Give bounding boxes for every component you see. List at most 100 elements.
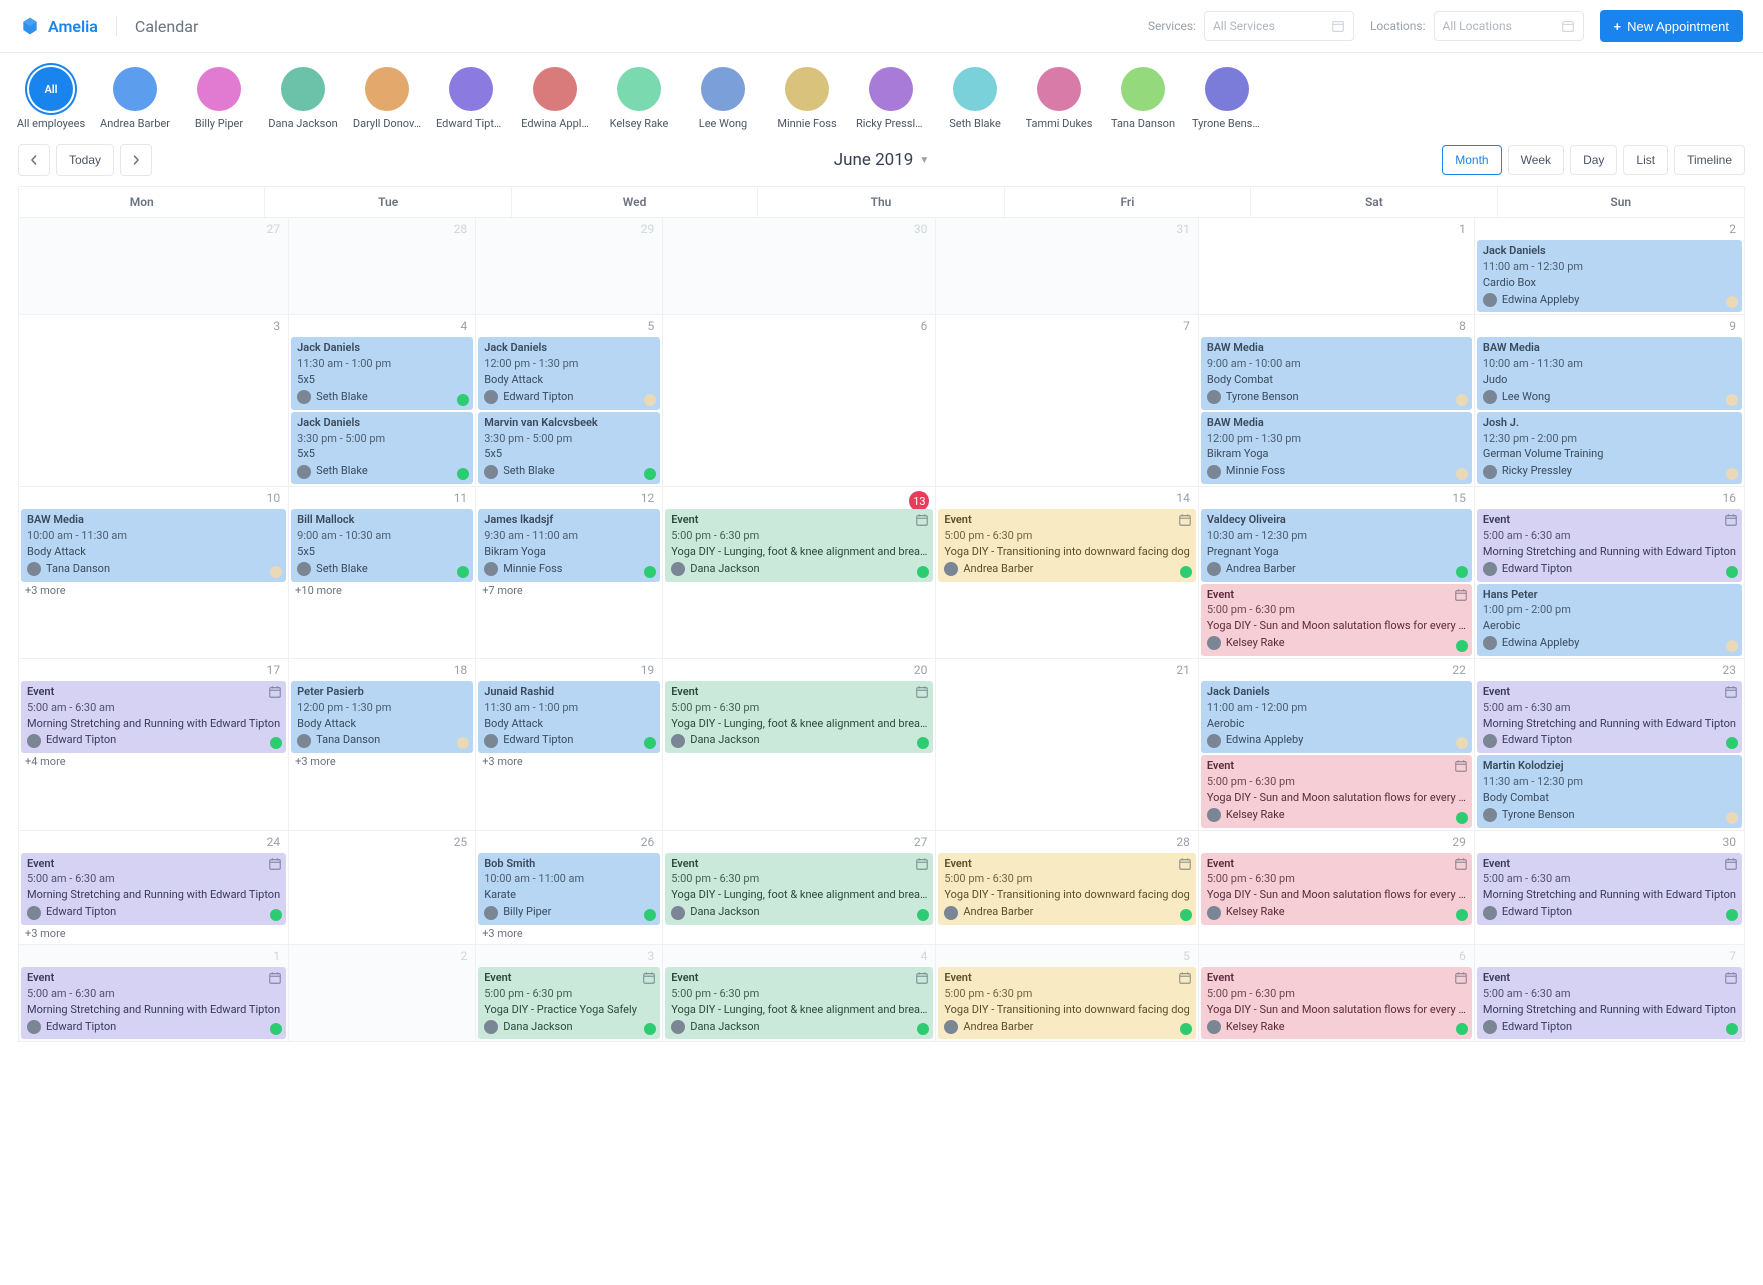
calendar-event[interactable]: BAW Media10:00 am - 11:30 amJudoLee Wong bbox=[1477, 337, 1742, 409]
calendar-cell[interactable]: 20Event5:00 pm - 6:30 pmYoga DIY - Lungi… bbox=[663, 659, 936, 831]
employee-filter-item[interactable]: AllAll employees bbox=[20, 67, 82, 130]
calendar-cell[interactable]: 31 bbox=[936, 218, 1198, 315]
calendar-cell[interactable]: 6 bbox=[663, 315, 936, 487]
employee-filter-item[interactable]: Seth Blake bbox=[944, 67, 1006, 130]
calendar-event[interactable]: BAW Media9:00 am - 10:00 amBody CombatTy… bbox=[1201, 337, 1472, 409]
calendar-event[interactable]: Event5:00 pm - 6:30 pmYoga DIY - Sun and… bbox=[1201, 967, 1472, 1039]
calendar-cell[interactable]: 15Valdecy Oliveira10:30 am - 12:30 pmPre… bbox=[1199, 487, 1475, 659]
calendar-event[interactable]: Valdecy Oliveira10:30 am - 12:30 pmPregn… bbox=[1201, 509, 1472, 581]
view-button-list[interactable]: List bbox=[1623, 145, 1668, 175]
calendar-cell[interactable]: 25 bbox=[289, 831, 476, 945]
brand[interactable]: Amelia bbox=[20, 16, 117, 36]
calendar-cell[interactable]: 13Event5:00 pm - 6:30 pmYoga DIY - Lungi… bbox=[663, 487, 936, 659]
employee-filter-item[interactable]: Kelsey Rake bbox=[608, 67, 670, 130]
calendar-cell[interactable]: 16Event5:00 am - 6:30 amMorning Stretchi… bbox=[1475, 487, 1745, 659]
calendar-cell[interactable]: 27Event5:00 pm - 6:30 pmYoga DIY - Lungi… bbox=[663, 831, 936, 945]
more-events-link[interactable]: +3 more bbox=[478, 753, 660, 770]
calendar-cell[interactable]: 21 bbox=[936, 659, 1198, 831]
calendar-cell[interactable]: 2Jack Daniels11:00 am - 12:30 pmCardio B… bbox=[1475, 218, 1745, 315]
calendar-cell[interactable]: 2 bbox=[289, 945, 476, 1042]
calendar-cell[interactable]: 29Event5:00 pm - 6:30 pmYoga DIY - Sun a… bbox=[1199, 831, 1475, 945]
calendar-cell[interactable]: 10BAW Media10:00 am - 11:30 amBody Attac… bbox=[19, 487, 289, 659]
calendar-event[interactable]: Jack Daniels11:00 am - 12:30 pmCardio Bo… bbox=[1477, 240, 1742, 312]
view-button-day[interactable]: Day bbox=[1570, 145, 1617, 175]
next-button[interactable] bbox=[120, 144, 152, 176]
calendar-cell[interactable]: 9BAW Media10:00 am - 11:30 amJudoLee Won… bbox=[1475, 315, 1745, 487]
calendar-cell[interactable]: 29 bbox=[476, 218, 663, 315]
employee-filter-item[interactable]: Tyrone Benson bbox=[1196, 67, 1258, 130]
calendar-cell[interactable]: 30Event5:00 am - 6:30 amMorning Stretchi… bbox=[1475, 831, 1745, 945]
calendar-event[interactable]: Hans Peter1:00 pm - 2:00 pmAerobicEdwina… bbox=[1477, 584, 1742, 656]
view-button-month[interactable]: Month bbox=[1442, 145, 1501, 175]
calendar-event[interactable]: Event5:00 pm - 6:30 pmYoga DIY - Sun and… bbox=[1201, 755, 1472, 827]
calendar-event[interactable]: Event5:00 pm - 6:30 pmYoga DIY - Sun and… bbox=[1201, 584, 1472, 656]
prev-button[interactable] bbox=[18, 144, 50, 176]
employee-filter-item[interactable]: Andrea Barber bbox=[104, 67, 166, 130]
services-filter[interactable]: All Services bbox=[1204, 11, 1354, 41]
more-events-link[interactable]: +4 more bbox=[21, 753, 286, 770]
employee-filter-item[interactable]: Edwina Appl… bbox=[524, 67, 586, 130]
calendar-event[interactable]: Event5:00 am - 6:30 amMorning Stretching… bbox=[1477, 681, 1742, 753]
month-picker[interactable]: June 2019 ▼ bbox=[834, 150, 930, 170]
employee-filter-item[interactable]: Tana Danson bbox=[1112, 67, 1174, 130]
calendar-event[interactable]: Event5:00 am - 6:30 amMorning Stretching… bbox=[21, 681, 286, 753]
calendar-event[interactable]: Bill Mallock9:00 am - 10:30 am5x5Seth Bl… bbox=[291, 509, 473, 581]
calendar-cell[interactable]: 19Junaid Rashid11:30 am - 1:00 pmBody At… bbox=[476, 659, 663, 831]
more-events-link[interactable]: +3 more bbox=[291, 753, 473, 770]
calendar-event[interactable]: Bob Smith10:00 am - 11:00 amKarateBilly … bbox=[478, 853, 660, 925]
calendar-cell[interactable]: 22Jack Daniels11:00 am - 12:00 pmAerobic… bbox=[1199, 659, 1475, 831]
calendar-event[interactable]: Event5:00 am - 6:30 amMorning Stretching… bbox=[1477, 509, 1742, 581]
calendar-cell[interactable]: 24Event5:00 am - 6:30 amMorning Stretchi… bbox=[19, 831, 289, 945]
new-appointment-button[interactable]: + New Appointment bbox=[1600, 10, 1744, 42]
calendar-cell[interactable]: 12James lkadsjf9:30 am - 11:00 amBikram … bbox=[476, 487, 663, 659]
calendar-event[interactable]: Event5:00 pm - 6:30 pmYoga DIY - Lunging… bbox=[665, 509, 933, 581]
calendar-event[interactable]: Josh J.12:30 pm - 2:00 pmGerman Volume T… bbox=[1477, 412, 1742, 484]
calendar-event[interactable]: BAW Media12:00 pm - 1:30 pmBikram YogaMi… bbox=[1201, 412, 1472, 484]
calendar-event[interactable]: James lkadsjf9:30 am - 11:00 amBikram Yo… bbox=[478, 509, 660, 581]
calendar-event[interactable]: Event5:00 pm - 6:30 pmYoga DIY - Lunging… bbox=[665, 681, 933, 753]
calendar-cell[interactable]: 26Bob Smith10:00 am - 11:00 amKarateBill… bbox=[476, 831, 663, 945]
employee-filter-item[interactable]: Minnie Foss bbox=[776, 67, 838, 130]
calendar-cell[interactable]: 27 bbox=[19, 218, 289, 315]
calendar-event[interactable]: Event5:00 pm - 6:30 pmYoga DIY - Lunging… bbox=[665, 853, 933, 925]
more-events-link[interactable]: +10 more bbox=[291, 582, 473, 599]
calendar-cell[interactable]: 14Event5:00 pm - 6:30 pmYoga DIY - Trans… bbox=[936, 487, 1198, 659]
calendar-event[interactable]: Jack Daniels11:30 am - 1:00 pm5x5Seth Bl… bbox=[291, 337, 473, 409]
calendar-event[interactable]: BAW Media10:00 am - 11:30 amBody AttackT… bbox=[21, 509, 286, 581]
calendar-event[interactable]: Event5:00 pm - 6:30 pmYoga DIY - Sun and… bbox=[1201, 853, 1472, 925]
calendar-event[interactable]: Event5:00 pm - 6:30 pmYoga DIY - Lunging… bbox=[665, 967, 933, 1039]
calendar-cell[interactable]: 5Jack Daniels12:00 pm - 1:30 pmBody Atta… bbox=[476, 315, 663, 487]
calendar-cell[interactable]: 4Jack Daniels11:30 am - 1:00 pm5x5Seth B… bbox=[289, 315, 476, 487]
calendar-event[interactable]: Jack Daniels3:30 pm - 5:00 pm5x5Seth Bla… bbox=[291, 412, 473, 484]
calendar-event[interactable]: Jack Daniels11:00 am - 12:00 pmAerobicEd… bbox=[1201, 681, 1472, 753]
calendar-cell[interactable]: 28 bbox=[289, 218, 476, 315]
calendar-cell[interactable]: 7Event5:00 am - 6:30 amMorning Stretchin… bbox=[1475, 945, 1745, 1042]
employee-filter-item[interactable]: Daryll Donov… bbox=[356, 67, 418, 130]
calendar-event[interactable]: Event5:00 am - 6:30 amMorning Stretching… bbox=[21, 853, 286, 925]
calendar-event[interactable]: Peter Pasierb12:00 pm - 1:30 pmBody Atta… bbox=[291, 681, 473, 753]
employee-filter-item[interactable]: Edward Tipton bbox=[440, 67, 502, 130]
calendar-cell[interactable]: 18Peter Pasierb12:00 pm - 1:30 pmBody At… bbox=[289, 659, 476, 831]
employee-filter-item[interactable]: Billy Piper bbox=[188, 67, 250, 130]
calendar-cell[interactable]: 8BAW Media9:00 am - 10:00 amBody CombatT… bbox=[1199, 315, 1475, 487]
calendar-event[interactable]: Event5:00 pm - 6:30 pmYoga DIY - Practic… bbox=[478, 967, 660, 1039]
calendar-event[interactable]: Marvin van Kalcvsbeek3:30 pm - 5:00 pm5x… bbox=[478, 412, 660, 484]
calendar-cell[interactable]: 6Event5:00 pm - 6:30 pmYoga DIY - Sun an… bbox=[1199, 945, 1475, 1042]
view-button-week[interactable]: Week bbox=[1508, 145, 1564, 175]
calendar-cell[interactable]: 23Event5:00 am - 6:30 amMorning Stretchi… bbox=[1475, 659, 1745, 831]
calendar-event[interactable]: Event5:00 pm - 6:30 pmYoga DIY - Transit… bbox=[938, 509, 1195, 581]
calendar-event[interactable]: Martin Kolodziej11:30 am - 12:30 pmBody … bbox=[1477, 755, 1742, 827]
calendar-event[interactable]: Junaid Rashid11:30 am - 1:00 pmBody Atta… bbox=[478, 681, 660, 753]
calendar-event[interactable]: Event5:00 am - 6:30 amMorning Stretching… bbox=[1477, 967, 1742, 1039]
more-events-link[interactable]: +3 more bbox=[478, 925, 660, 942]
employee-filter-item[interactable]: Dana Jackson bbox=[272, 67, 334, 130]
employee-filter-item[interactable]: Tammi Dukes bbox=[1028, 67, 1090, 130]
more-events-link[interactable]: +7 more bbox=[478, 582, 660, 599]
calendar-event[interactable]: Jack Daniels12:00 pm - 1:30 pmBody Attac… bbox=[478, 337, 660, 409]
employee-filter-item[interactable]: Lee Wong bbox=[692, 67, 754, 130]
calendar-cell[interactable]: 1 bbox=[1199, 218, 1475, 315]
view-button-timeline[interactable]: Timeline bbox=[1674, 145, 1745, 175]
calendar-cell[interactable]: 5Event5:00 pm - 6:30 pmYoga DIY - Transi… bbox=[936, 945, 1198, 1042]
calendar-event[interactable]: Event5:00 am - 6:30 amMorning Stretching… bbox=[1477, 853, 1742, 925]
calendar-cell[interactable]: 30 bbox=[663, 218, 936, 315]
